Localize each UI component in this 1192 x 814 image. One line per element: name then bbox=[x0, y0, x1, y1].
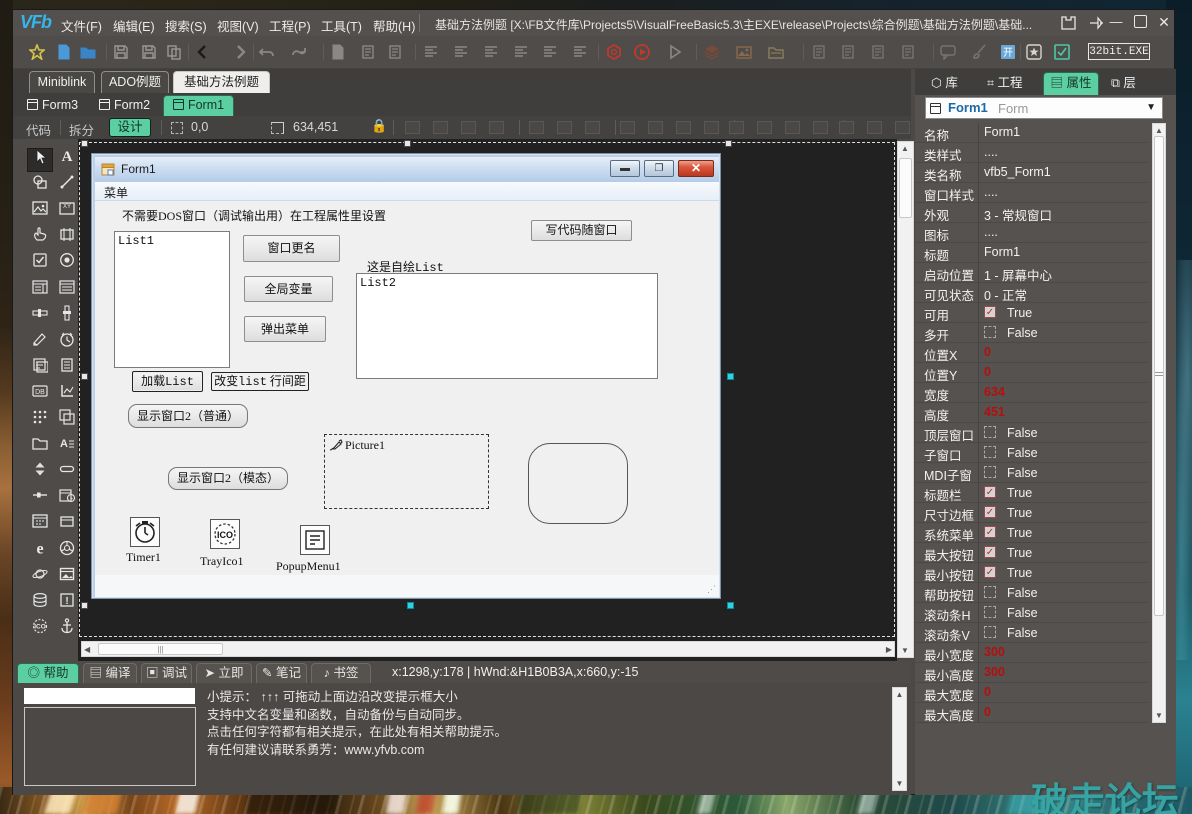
svg-text:A: A bbox=[60, 438, 68, 450]
svg-text:e: e bbox=[36, 540, 43, 556]
svg-text:开: 开 bbox=[1003, 48, 1013, 59]
svg-text:!: ! bbox=[65, 596, 68, 607]
svg-text:XY: XY bbox=[63, 204, 71, 210]
svg-text:ICO: ICO bbox=[217, 530, 233, 540]
svg-text:DB: DB bbox=[35, 389, 45, 396]
svg-text:ICO: ICO bbox=[34, 623, 46, 630]
svg-text:A: A bbox=[62, 149, 73, 164]
